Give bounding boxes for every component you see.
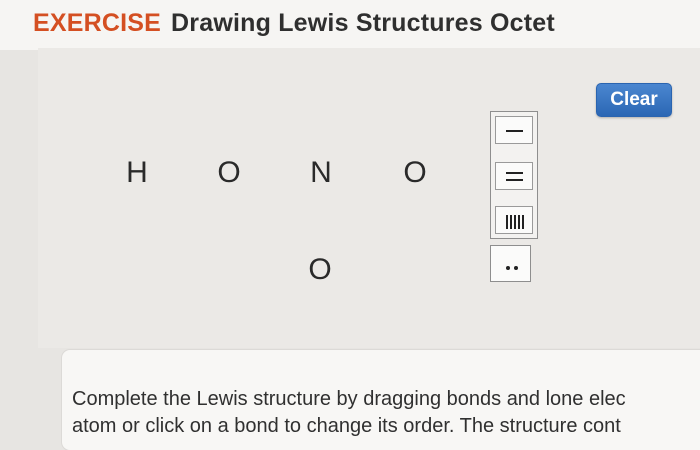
atom-o-3[interactable]: O xyxy=(300,253,340,287)
atom-h[interactable]: H xyxy=(117,156,157,190)
bond-palette xyxy=(490,111,538,239)
exercise-label: EXERCISE xyxy=(33,9,162,37)
triple-bond-icon[interactable] xyxy=(495,206,533,234)
atom-o-2[interactable]: O xyxy=(395,156,435,190)
instruction-line-2: atom or click on a bond to change its or… xyxy=(72,415,621,437)
page-title: EXERCISE Drawing Lewis Structures Octet xyxy=(33,9,555,38)
single-bond-icon[interactable] xyxy=(495,116,533,144)
double-bond-icon[interactable] xyxy=(495,162,533,190)
lone-pair-icon[interactable] xyxy=(490,245,531,282)
header-bar: EXERCISE Drawing Lewis Structures Octet xyxy=(0,0,700,50)
atom-n[interactable]: N xyxy=(301,156,341,190)
exercise-title: Drawing Lewis Structures Octet xyxy=(171,9,555,37)
instruction-panel: Complete the Lewis structure by dragging… xyxy=(62,350,700,450)
clear-button[interactable]: Clear xyxy=(596,83,672,117)
atom-o-1[interactable]: O xyxy=(209,156,249,190)
instruction-line-1: Complete the Lewis structure by dragging… xyxy=(72,388,626,410)
